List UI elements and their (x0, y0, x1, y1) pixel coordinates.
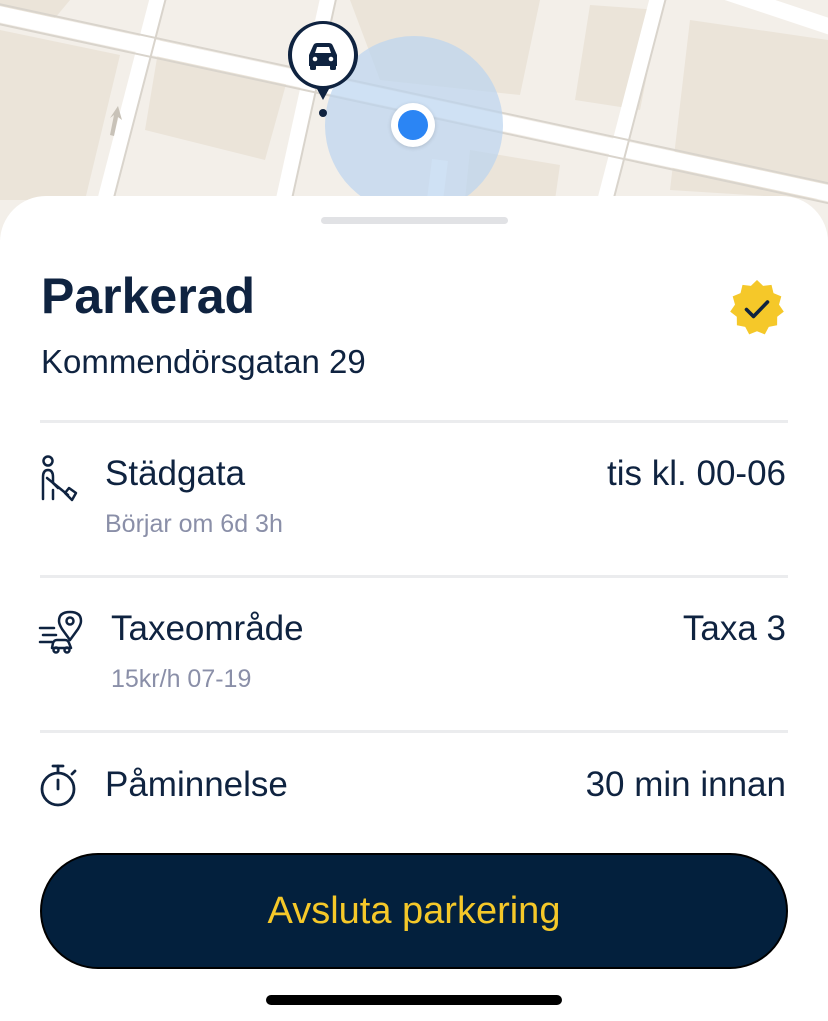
car-icon (309, 43, 337, 70)
street-cleaning-time: tis kl. 00-06 (607, 454, 786, 493)
verified-check-icon (726, 278, 788, 340)
parking-details-sheet: Parkerad Kommendörsgatan 29 Städgata Bör… (0, 196, 828, 1021)
sheet-grabber[interactable] (321, 217, 508, 224)
home-indicator (266, 995, 562, 1005)
stopwatch-icon (38, 763, 82, 807)
tariff-area-value: Taxa 3 (682, 609, 786, 648)
tariff-area-subtitle: 15kr/h 07-19 (111, 665, 252, 693)
parking-address: Kommendörsgatan 29 (41, 343, 366, 380)
divider (40, 575, 788, 578)
street-cleaning-subtitle: Börjar om 6d 3h (105, 510, 283, 538)
end-parking-button[interactable]: Avsluta parkering (40, 853, 788, 969)
divider (40, 730, 788, 733)
divider (40, 420, 788, 423)
parking-status-title: Parkerad (41, 268, 256, 324)
reminder-value[interactable]: 30 min innan (586, 764, 786, 806)
parked-car-pin[interactable] (285, 18, 361, 118)
tariff-area-title: Taxeområde (111, 609, 304, 648)
reminder-title: Påminnelse (105, 765, 288, 804)
street-cleaning-title: Städgata (105, 454, 246, 493)
street-cleaning-icon (38, 455, 82, 502)
location-dot-icon (391, 103, 435, 147)
tariff-area-icon (38, 610, 83, 654)
